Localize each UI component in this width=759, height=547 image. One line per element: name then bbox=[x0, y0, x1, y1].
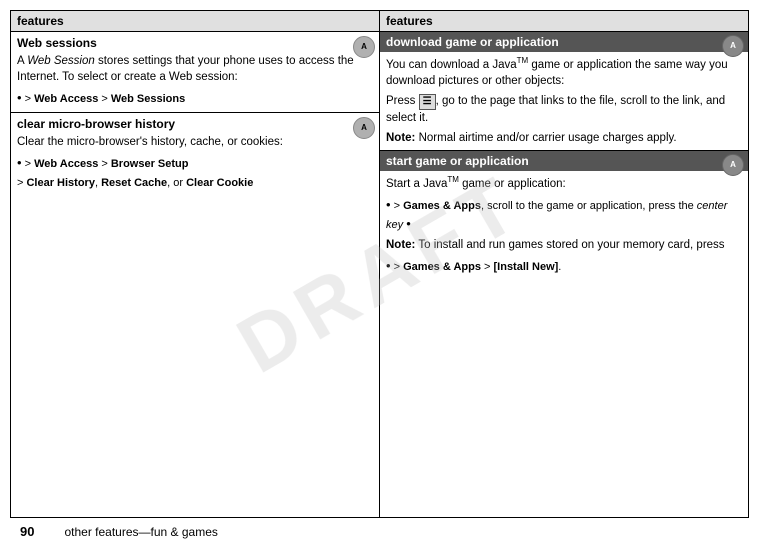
clear-browser-body: Clear the micro-browser's history, cache… bbox=[17, 134, 373, 192]
accessibility-icon-3: A bbox=[730, 42, 736, 50]
download-game-icon: A bbox=[722, 35, 744, 57]
clear-browser-section: clear micro-browser history A Clear the … bbox=[11, 113, 379, 196]
clear-browser-title: clear micro-browser history bbox=[17, 117, 373, 131]
download-game-title-text: download game or application bbox=[386, 35, 559, 49]
nav-games-apps-2: Games & Apps bbox=[403, 261, 481, 273]
page-footer: 90 other features—fun & games bbox=[10, 518, 749, 547]
web-sessions-icon: A bbox=[353, 36, 375, 58]
nav-bullet-4: • bbox=[386, 258, 391, 273]
web-sessions-body: A Web Session stores settings that your … bbox=[17, 53, 373, 108]
page-label: other features—fun & games bbox=[64, 525, 217, 539]
main-table: features Web sessions A A Web Session st… bbox=[10, 10, 749, 518]
nav-reset-cache: Reset Cache bbox=[101, 177, 167, 189]
accessibility-icon-2: A bbox=[361, 124, 367, 132]
left-col-header: features bbox=[11, 11, 379, 32]
nav-bullet-2: • bbox=[17, 155, 22, 170]
start-game-section: start game or application A Start a Java… bbox=[380, 151, 748, 279]
accessibility-icon: A bbox=[361, 43, 367, 51]
nav-bullet-center: • bbox=[406, 216, 411, 231]
web-sessions-section: Web sessions A A Web Session stores sett… bbox=[11, 32, 379, 113]
clear-browser-nav2: > Clear History, Reset Cache, or Clear C… bbox=[17, 176, 373, 191]
start-game-nav: • > Games & Apps, scroll to the game or … bbox=[386, 196, 742, 233]
web-sessions-nav: • > Web Access > Web Sessions bbox=[17, 89, 373, 107]
start-game-nav2: • > Games & Apps > [Install New]. bbox=[386, 257, 742, 275]
download-game-section: download game or application A You can d… bbox=[380, 32, 748, 151]
left-column: features Web sessions A A Web Session st… bbox=[11, 11, 380, 517]
accessibility-icon-4: A bbox=[730, 161, 736, 169]
download-game-title: download game or application A bbox=[380, 32, 748, 52]
start-game-title-text: start game or application bbox=[386, 154, 529, 168]
nav-bullet-1: • bbox=[17, 90, 22, 105]
web-sessions-title: Web sessions bbox=[17, 36, 373, 50]
start-game-body: Start a JavaTM game or application: • > … bbox=[386, 174, 742, 275]
page-wrapper: features Web sessions A A Web Session st… bbox=[0, 0, 759, 547]
web-session-term: Web Session bbox=[27, 55, 95, 67]
right-col-header: features bbox=[380, 11, 748, 32]
nav-clear-cookie: Clear Cookie bbox=[186, 177, 253, 189]
right-column: features download game or application A … bbox=[380, 11, 748, 517]
download-game-note: Note: Normal airtime and/or carrier usag… bbox=[386, 130, 742, 146]
nav-bullet-3: • bbox=[386, 197, 391, 212]
start-game-note: Note: To install and run games stored on… bbox=[386, 237, 742, 253]
page-number: 90 bbox=[20, 524, 34, 539]
clear-browser-icon: A bbox=[353, 117, 375, 139]
start-game-title: start game or application A bbox=[380, 151, 748, 171]
start-game-icon: A bbox=[722, 154, 744, 176]
menu-key-button: ☰ bbox=[419, 94, 436, 110]
nav-web-sessions: Web Sessions bbox=[111, 93, 185, 105]
download-game-body: You can download a JavaTM game or applic… bbox=[386, 55, 742, 146]
download-game-instruction: Press ☰, go to the page that links to th… bbox=[386, 93, 742, 126]
nav-install-new: [Install New] bbox=[494, 261, 559, 273]
nav-clear-history: Clear History bbox=[26, 177, 94, 189]
clear-browser-nav: • > Web Access > Browser Setup bbox=[17, 154, 373, 172]
nav-web-access-1: Web Access bbox=[34, 93, 98, 105]
nav-games-apps-1: Games & Apps bbox=[403, 200, 481, 212]
nav-web-access-2: Web Access bbox=[34, 158, 98, 170]
nav-browser-setup: Browser Setup bbox=[111, 158, 189, 170]
